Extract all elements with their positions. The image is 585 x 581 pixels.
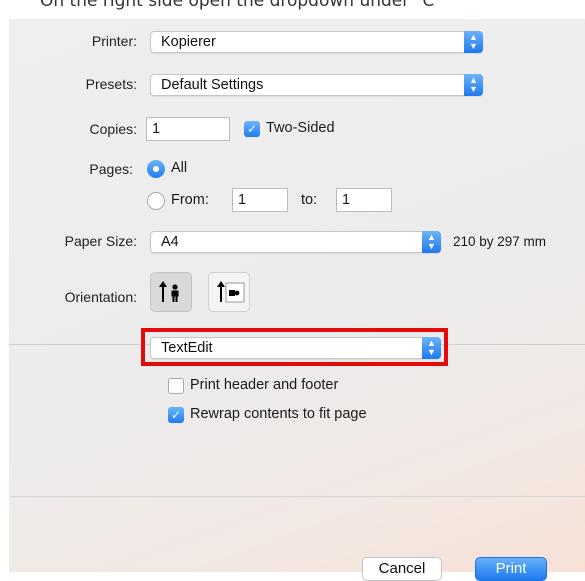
presets-label: Presets: [85,76,137,92]
pages-from-field[interactable]: 1 [232,188,288,212]
paper-size-label: Paper Size: [64,233,137,249]
print-button[interactable]: Print [475,557,547,581]
footer-divider [9,496,585,497]
pages-from-label: From: [171,192,209,208]
instruction-caption: On the right side open the dropdown unde… [40,0,435,11]
checkmark-icon: ✓ [170,408,182,422]
portrait-icon [159,281,179,302]
presets-value: Default Settings [161,77,264,93]
landscape-orientation-button[interactable] [208,272,250,312]
pages-to-label: to: [301,192,318,208]
rewrap-contents-label: Rewrap contents to fit page [190,406,367,422]
orientation-label: Orientation: [64,289,137,305]
landscape-icon [217,281,245,303]
pages-label: Pages: [89,161,133,177]
print-header-footer-label: Print header and footer [190,377,339,393]
printer-value: Kopierer [161,34,216,50]
printer-popup[interactable]: Kopierer ▲ ▼ [150,31,483,53]
highlight-box [141,328,448,366]
portrait-orientation-button[interactable] [150,272,192,312]
rewrap-contents-checkbox[interactable]: ✓ [168,407,184,423]
pages-all-label: All [171,160,188,176]
cancel-button[interactable]: Cancel [362,557,442,581]
copies-field[interactable]: 1 [146,117,230,141]
copies-label: Copies: [89,121,137,137]
chevron-updown-icon: ▲ ▼ [464,74,483,96]
chevron-updown-icon: ▲ ▼ [422,231,441,253]
checkmark-icon: ✓ [246,122,258,136]
print-dialog: Printer: Kopierer ▲ ▼ Presets: Default Se… [9,19,585,581]
pages-to-field[interactable]: 1 [336,188,392,212]
presets-popup[interactable]: Default Settings ▲ ▼ [150,74,483,96]
paper-size-value: A4 [161,234,179,250]
printer-label: Printer: [91,33,137,49]
pages-from-radio[interactable] [147,192,165,210]
paper-dimensions: 210 by 297 mm [453,234,547,249]
two-sided-label: Two-Sided [266,120,335,136]
two-sided-checkbox[interactable]: ✓ [244,121,260,137]
paper-size-popup[interactable]: A4 ▲ ▼ [150,231,441,253]
pages-all-radio[interactable] [147,160,165,178]
chevron-updown-icon: ▲ ▼ [464,31,483,53]
print-header-footer-checkbox[interactable] [168,378,184,394]
